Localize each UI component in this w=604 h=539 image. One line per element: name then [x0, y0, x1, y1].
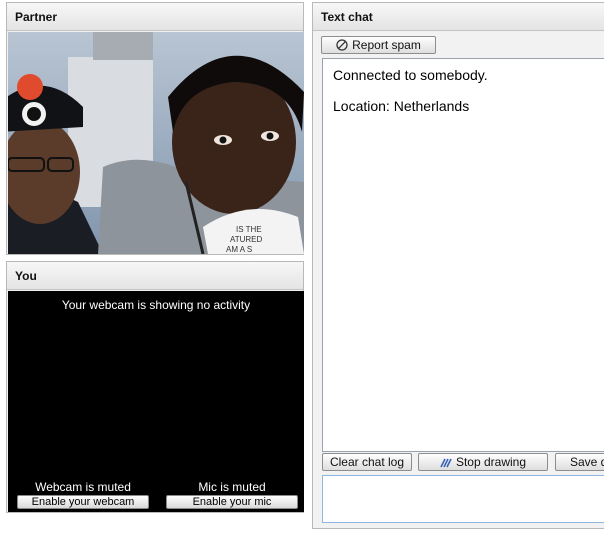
- shirt-text-1: IS THE: [236, 225, 262, 234]
- no-entry-icon: [336, 39, 348, 51]
- text-chat-panel: Text chat Report spam Connected to someb…: [312, 2, 604, 529]
- own-webcam-view: Your webcam is showing no activity Webca…: [8, 291, 304, 512]
- shirt-text-2: ATURED: [230, 235, 263, 244]
- partner-title: Partner: [7, 3, 303, 31]
- webcam-muted-label: Webcam is muted: [35, 480, 131, 494]
- shirt-text-3: AM A S: [226, 245, 252, 254]
- chat-message: Connected to somebody.: [333, 67, 488, 83]
- chat-input[interactable]: [322, 475, 604, 523]
- mic-muted-label: Mic is muted: [198, 480, 266, 494]
- webcam-mute-block: Webcam is muted Enable your webcam: [17, 480, 149, 509]
- chat-message: Location: Netherlands: [333, 98, 470, 114]
- partner-panel: Partner IS THE ATURED AM A S: [6, 2, 304, 255]
- clear-chat-log-button[interactable]: Clear chat log: [322, 453, 412, 471]
- chat-log[interactable]: Connected to somebody. Location: Netherl…: [322, 58, 604, 452]
- report-spam-label: Report spam: [352, 38, 421, 52]
- save-drawing-button[interactable]: Save d: [555, 453, 604, 471]
- mic-mute-block: Mic is muted Enable your mic: [166, 480, 298, 509]
- stop-drawing-button[interactable]: Stop drawing: [418, 453, 548, 471]
- stop-drawing-label: Stop drawing: [455, 455, 527, 469]
- you-title: You: [7, 262, 303, 290]
- enable-mic-button[interactable]: Enable your mic: [166, 495, 298, 509]
- pen-icon: [440, 458, 452, 468]
- partner-video: IS THE ATURED AM A S: [8, 32, 304, 254]
- webcam-status: Your webcam is showing no activity: [61, 298, 251, 312]
- report-spam-button[interactable]: Report spam: [321, 36, 436, 54]
- partner-video-image: IS THE ATURED AM A S: [8, 32, 304, 254]
- text-chat-title: Text chat: [313, 3, 604, 31]
- enable-webcam-button[interactable]: Enable your webcam: [17, 495, 149, 509]
- you-panel: You Your webcam is showing no activity W…: [6, 261, 304, 513]
